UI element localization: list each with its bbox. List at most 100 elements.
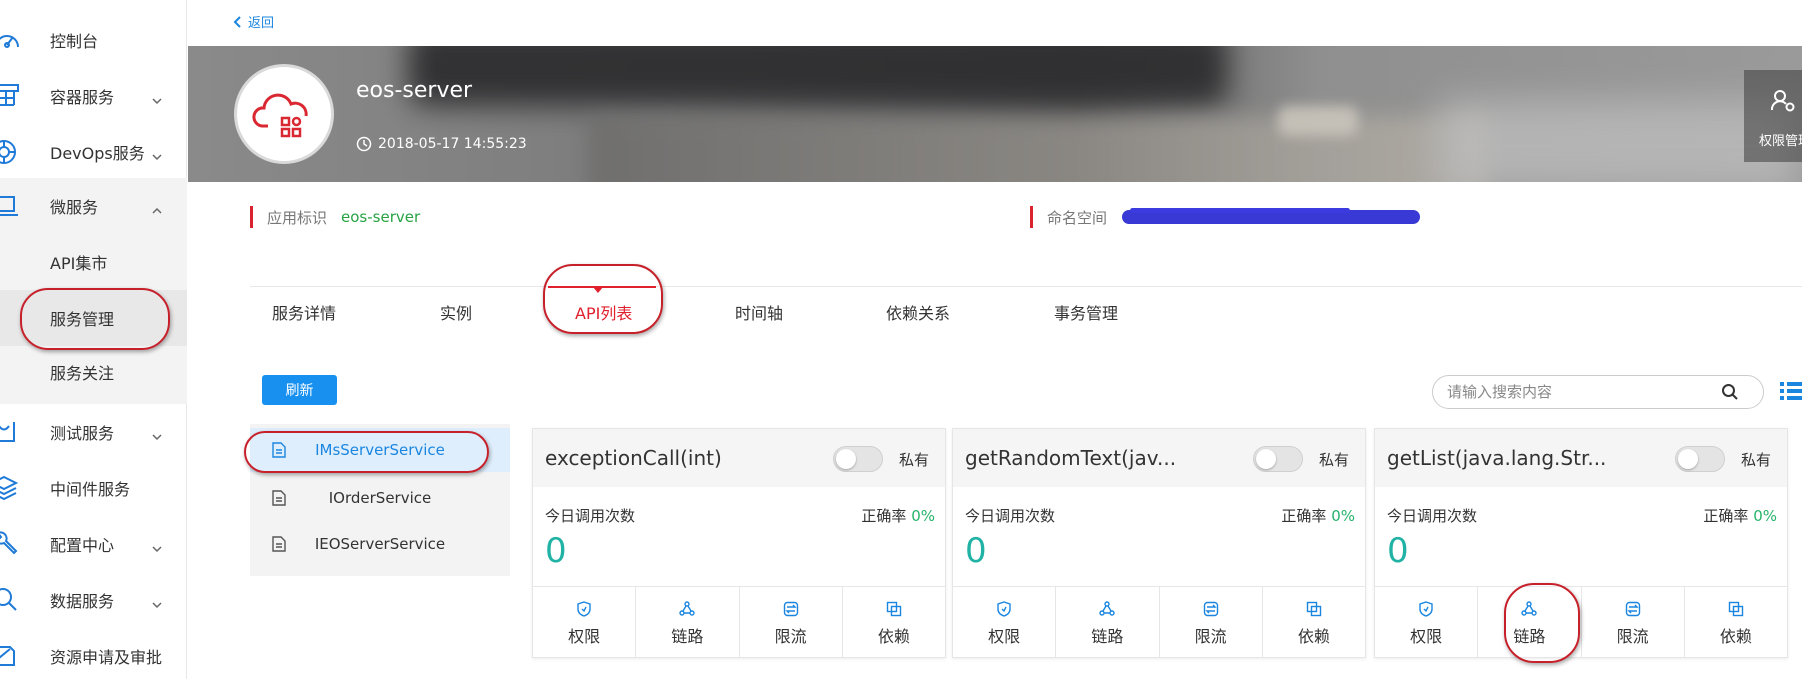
permission-management-button[interactable]: 权限管理 (1744, 70, 1802, 162)
trace-action-label: 链路 (1513, 627, 1546, 646)
sidebar-item-microservice[interactable]: 微服务 (0, 178, 187, 234)
chevron-down-icon (150, 91, 164, 105)
rate-limit-action-button[interactable]: 限流 (1582, 587, 1685, 658)
private-label: 私有 (1319, 451, 1350, 469)
app-id-key: 应用标识 (267, 208, 328, 227)
submenu-item-service-follow[interactable]: 服务关注 (0, 344, 187, 400)
tab-transaction-management[interactable]: 事务管理 (1054, 300, 1118, 324)
service-item-imsserverservice[interactable]: IMsServerService (250, 428, 510, 472)
shield-icon (1419, 601, 1433, 617)
share-nodes-icon (679, 601, 696, 616)
private-toggle[interactable] (833, 446, 883, 472)
success-rate-value: 0% (1753, 507, 1777, 525)
sidebar-item-console[interactable]: 控制台 (0, 12, 187, 68)
rate-limit-action-label: 限流 (774, 627, 807, 646)
today-calls-count: 0 (965, 531, 987, 571)
approval-icon (0, 641, 22, 671)
throttle-icon (783, 601, 798, 617)
namespace-redaction-scribble (1130, 208, 1350, 213)
api-name: getRandomText(jav... (965, 446, 1177, 470)
submenu-item-label: 服务关注 (50, 364, 115, 383)
trace-action-label: 链路 (671, 627, 704, 646)
sidebar-item-data-service[interactable]: 数据服务 (0, 572, 187, 628)
cloud-app-icon (252, 93, 308, 138)
sidebar-item-container[interactable]: 容器服务 (0, 68, 187, 124)
service-item-iorderservice[interactable]: IOrderService (250, 476, 510, 520)
tab-timeline[interactable]: 时间轴 (735, 300, 783, 324)
refresh-button[interactable]: 刷新 (262, 375, 337, 405)
permission-action-button[interactable]: 权限 (953, 587, 1057, 658)
test-icon (0, 417, 22, 447)
private-label: 私有 (899, 451, 930, 469)
today-calls-label: 今日调用次数 (1387, 507, 1478, 525)
api-name: exceptionCall(int) (545, 446, 722, 470)
search-data-icon (0, 585, 22, 615)
success-rate: 正确率 0% (1281, 505, 1355, 526)
dashboard-icon (0, 25, 22, 55)
sidebar-item-middleware[interactable]: 中间件服务 (0, 460, 187, 516)
banner-decoration (408, 46, 1228, 106)
success-rate-label: 正确率 (1703, 507, 1749, 525)
submenu-item-api-market[interactable]: API集市 (0, 234, 187, 290)
api-card-actions: 权限 链路 限流 依赖 (533, 586, 945, 658)
permission-action-button[interactable]: 权限 (1375, 587, 1479, 658)
laptop-icon (0, 191, 22, 221)
app-id-value: eos-server (341, 208, 421, 226)
clock-icon (356, 136, 372, 152)
sidebar-item-label: 资源申请及审批 (50, 648, 163, 667)
shield-icon (997, 601, 1011, 617)
success-rate-label: 正确率 (861, 507, 907, 525)
rate-limit-action-button[interactable]: 限流 (1160, 587, 1263, 658)
private-toggle[interactable] (1253, 446, 1303, 472)
permission-action-button[interactable]: 权限 (533, 587, 637, 658)
service-item-ieoserverservice[interactable]: IEOServerService (250, 522, 510, 566)
sidebar: 控制台 容器服务 DevOps服务 微服务 API集市 服务管理 服务关注 测试… (0, 0, 187, 679)
dependency-action-button[interactable]: 依赖 (843, 587, 945, 658)
devops-icon (0, 137, 22, 167)
banner-decoration (1278, 106, 1358, 136)
app-created-time-value: 2018-05-17 14:55:23 (378, 136, 527, 152)
trace-action-button[interactable]: 链路 (1478, 587, 1582, 658)
today-calls-count: 0 (1387, 531, 1409, 571)
dependency-action-button[interactable]: 依赖 (1685, 587, 1787, 658)
rate-limit-action-button[interactable]: 限流 (740, 587, 843, 658)
private-label: 私有 (1741, 451, 1772, 469)
sidebar-item-label: 微服务 (50, 198, 99, 217)
trace-action-label: 链路 (1091, 627, 1124, 646)
wrench-icon (0, 529, 22, 559)
sidebar-item-label: 配置中心 (50, 536, 115, 555)
tab-api-list[interactable]: API列表 (575, 300, 632, 324)
private-toggle[interactable] (1675, 446, 1725, 472)
api-card: getList(java.lang.Str... 私有 今日调用次数 正确率 0… (1374, 428, 1788, 658)
sidebar-item-label: 控制台 (50, 32, 99, 51)
sidebar-item-label: 中间件服务 (50, 480, 131, 499)
sidebar-item-devops[interactable]: DevOps服务 (0, 124, 187, 180)
tab-service-details[interactable]: 服务详情 (272, 300, 336, 324)
sidebar-item-label: 容器服务 (50, 88, 115, 107)
info-marker (250, 206, 253, 228)
namespace-key: 命名空间 (1047, 208, 1108, 227)
sidebar-item-config-center[interactable]: 配置中心 (0, 516, 187, 572)
info-marker (1030, 206, 1033, 228)
app-logo (234, 64, 334, 164)
success-rate: 正确率 0% (1703, 505, 1777, 526)
service-item-label: IEOServerService (314, 535, 446, 553)
shield-icon (577, 601, 591, 617)
tab-instances[interactable]: 实例 (440, 300, 472, 324)
trace-action-button[interactable]: 链路 (636, 587, 740, 658)
chevron-down-icon (150, 595, 164, 609)
sidebar-item-test[interactable]: 测试服务 (0, 404, 187, 460)
sidebar-item-resource-approval[interactable]: 资源申请及审批 (0, 628, 187, 679)
chevron-up-icon (150, 201, 164, 214)
permission-action-label: 权限 (1410, 627, 1443, 646)
chevron-down-icon (150, 539, 164, 553)
trace-action-button[interactable]: 链路 (1056, 587, 1160, 658)
list-view-icon[interactable] (1778, 376, 1802, 406)
search-icon[interactable] (1721, 383, 1739, 401)
dependency-action-button[interactable]: 依赖 (1263, 587, 1365, 658)
tab-dependencies[interactable]: 依赖关系 (886, 300, 950, 324)
back-link[interactable]: 返回 (232, 12, 274, 31)
chevron-down-icon (150, 427, 164, 441)
search-input[interactable] (1447, 382, 1707, 402)
submenu-item-service-management[interactable]: 服务管理 (0, 290, 187, 346)
